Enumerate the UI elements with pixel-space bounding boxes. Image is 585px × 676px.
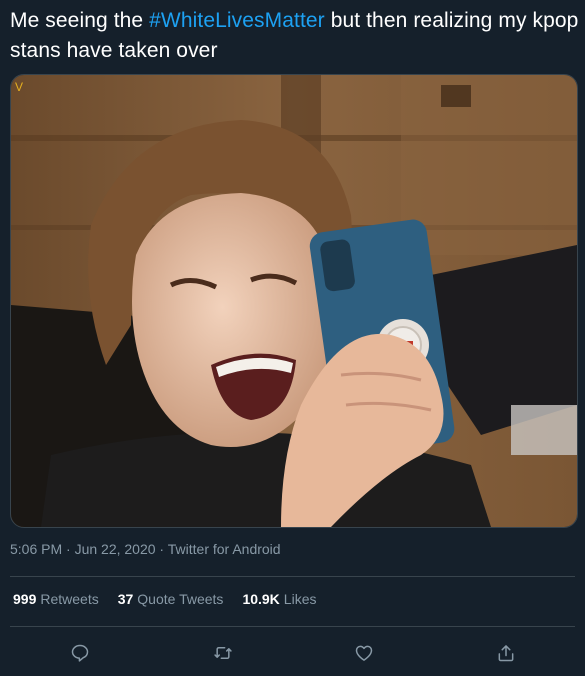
quotes-label: Quote Tweets [137,591,224,607]
divider-top [10,576,575,577]
retweets-stat[interactable]: 999 Retweets [13,591,99,607]
likes-label: Likes [283,591,317,607]
retweet-icon [214,647,232,659]
tweet-media-image[interactable]: V [10,74,578,528]
tweet-stats: 999 Retweets 37 Quote Tweets 10.9K Likes [13,591,316,607]
meme-photo: V [11,75,577,527]
share-icon [498,645,514,662]
tweet-timestamp[interactable]: 5:06 PM · Jun 22, 2020 [10,541,156,557]
divider-bottom [10,626,575,627]
hashtag-link[interactable]: #WhiteLivesMatter [149,9,325,32]
like-button[interactable] [347,636,381,670]
tweet-text-start: Me seeing the [10,9,150,32]
retweets-count: 999 [13,591,37,607]
likes-stat[interactable]: 10.9K Likes [242,591,316,607]
like-icon [355,645,373,661]
tweet-source[interactable]: Twitter for Android [168,541,281,557]
quote-tweets-stat[interactable]: 37 Quote Tweets [118,591,224,607]
svg-text:V: V [15,80,23,94]
tweet-meta: 5:06 PM · Jun 22, 2020 · Twitter for And… [10,541,281,557]
retweet-button[interactable] [206,636,240,670]
likes-count: 10.9K [242,591,280,607]
reply-icon [71,644,89,662]
meta-separator: · [155,541,168,557]
quotes-count: 37 [117,591,134,607]
tweet-actions [0,636,585,670]
share-button[interactable] [489,636,523,670]
tweet-text: Me seeing the #WhiteLivesMatter but then… [10,6,580,66]
retweets-label: Retweets [40,591,99,607]
reply-button[interactable] [63,636,97,670]
